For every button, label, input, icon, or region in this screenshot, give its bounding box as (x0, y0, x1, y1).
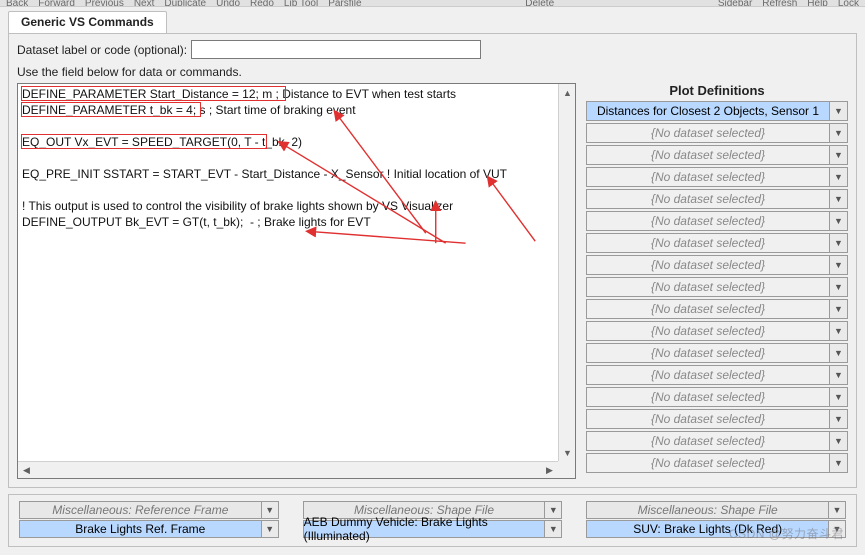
plot-row: {No dataset selected}▼ (586, 387, 848, 407)
plot-item-empty[interactable]: {No dataset selected} (586, 145, 830, 165)
chevron-down-icon[interactable]: ▼ (830, 453, 848, 473)
menu-item[interactable]: Help (807, 0, 828, 7)
plot-row: {No dataset selected}▼ (586, 431, 848, 451)
menu-item[interactable]: Lib Tool (284, 0, 318, 7)
slot-value[interactable]: AEB Dummy Vehicle: Brake Lights (Illumin… (303, 520, 546, 538)
chevron-down-icon[interactable]: ▼ (830, 343, 848, 363)
menu-item[interactable]: Undo (216, 0, 240, 7)
plot-item-empty[interactable]: {No dataset selected} (586, 409, 830, 429)
scroll-left-icon[interactable]: ◀ (18, 462, 35, 479)
chevron-down-icon[interactable]: ▼ (830, 189, 848, 209)
scrollbar-horizontal[interactable]: ◀ ▶ (18, 461, 558, 478)
chevron-down-icon[interactable]: ▼ (830, 365, 848, 385)
menu-item[interactable]: Previous (85, 0, 124, 7)
scroll-down-icon[interactable]: ▼ (559, 444, 576, 461)
plot-row: {No dataset selected}▼ (586, 211, 848, 231)
menu-item[interactable]: Duplicate (164, 0, 206, 7)
scrollbar-vertical[interactable]: ▲ ▼ (558, 84, 575, 461)
chevron-down-icon[interactable]: ▼ (830, 211, 848, 231)
plot-row: {No dataset selected}▼ (586, 255, 848, 275)
slot-header: Miscellaneous: Shape File (586, 501, 829, 519)
menu-item[interactable]: Refresh (762, 0, 797, 7)
plot-row: {No dataset selected}▼ (586, 409, 848, 429)
menu-item[interactable]: Forward (38, 0, 75, 7)
plot-row: Distances for Closest 2 Objects, Sensor … (586, 101, 848, 121)
plot-item-empty[interactable]: {No dataset selected} (586, 277, 830, 297)
slot-header: Miscellaneous: Reference Frame (19, 501, 262, 519)
plot-item-empty[interactable]: {No dataset selected} (586, 321, 830, 341)
chevron-down-icon[interactable]: ▼ (830, 321, 848, 341)
plot-item-active[interactable]: Distances for Closest 2 Objects, Sensor … (586, 101, 830, 121)
plot-item-empty[interactable]: {No dataset selected} (586, 167, 830, 187)
chevron-down-icon[interactable]: ▼ (545, 501, 562, 519)
plot-definitions-panel: Plot Definitions Distances for Closest 2… (586, 83, 848, 473)
chevron-down-icon[interactable]: ▼ (545, 520, 562, 538)
tab-bar: Generic VS Commands (0, 7, 865, 33)
plot-row: {No dataset selected}▼ (586, 167, 848, 187)
plot-item-empty[interactable]: {No dataset selected} (586, 343, 830, 363)
slot-reference-frame: Miscellaneous: Reference Frame ▼ Brake L… (19, 501, 279, 538)
plot-item-empty[interactable]: {No dataset selected} (586, 211, 830, 231)
chevron-down-icon[interactable]: ▼ (830, 145, 848, 165)
chevron-down-icon[interactable]: ▼ (830, 277, 848, 297)
chevron-down-icon[interactable]: ▼ (262, 520, 279, 538)
menu-item[interactable]: Redo (250, 0, 274, 7)
chevron-down-icon[interactable]: ▼ (829, 501, 846, 519)
chevron-down-icon[interactable]: ▼ (830, 299, 848, 319)
chevron-down-icon[interactable]: ▼ (829, 520, 846, 538)
plot-item-empty[interactable]: {No dataset selected} (586, 299, 830, 319)
plot-item-empty[interactable]: {No dataset selected} (586, 233, 830, 253)
main-panel: Dataset label or code (optional): Use th… (8, 33, 857, 488)
menu-item[interactable]: Sidebar (718, 0, 752, 7)
menu-item[interactable]: Parsfile (328, 0, 361, 7)
chevron-down-icon[interactable]: ▼ (830, 167, 848, 187)
chevron-down-icon[interactable]: ▼ (830, 431, 848, 451)
slot-shape-file-2: Miscellaneous: Shape File ▼ SUV: Brake L… (586, 501, 846, 538)
slot-value[interactable]: Brake Lights Ref. Frame (19, 520, 262, 538)
plot-item-empty[interactable]: {No dataset selected} (586, 431, 830, 451)
plot-item-empty[interactable]: {No dataset selected} (586, 387, 830, 407)
menubar: Back Forward Previous Next Duplicate Und… (0, 0, 865, 7)
plot-row: {No dataset selected}▼ (586, 299, 848, 319)
plot-row: {No dataset selected}▼ (586, 123, 848, 143)
menu-item[interactable]: Delete (525, 0, 554, 7)
scrollbar-corner (558, 461, 575, 478)
plot-item-empty[interactable]: {No dataset selected} (586, 123, 830, 143)
plot-row: {No dataset selected}▼ (586, 145, 848, 165)
editor-content[interactable]: DEFINE_PARAMETER Start_Distance = 12; m … (18, 84, 558, 461)
chevron-down-icon[interactable]: ▼ (830, 101, 848, 121)
menu-item[interactable]: Next (134, 0, 155, 7)
chevron-down-icon[interactable]: ▼ (830, 255, 848, 275)
plot-row: {No dataset selected}▼ (586, 233, 848, 253)
field-hint: Use the field below for data or commands… (17, 65, 848, 79)
plot-row: {No dataset selected}▼ (586, 365, 848, 385)
chevron-down-icon[interactable]: ▼ (830, 409, 848, 429)
linked-datasets-panel: Miscellaneous: Reference Frame ▼ Brake L… (8, 494, 857, 547)
plot-row: {No dataset selected}▼ (586, 321, 848, 341)
plot-item-empty[interactable]: {No dataset selected} (586, 453, 830, 473)
menu-item[interactable]: Back (6, 0, 28, 7)
plot-row: {No dataset selected}▼ (586, 343, 848, 363)
tab-generic-vs-commands[interactable]: Generic VS Commands (8, 11, 167, 33)
chevron-down-icon[interactable]: ▼ (830, 387, 848, 407)
dataset-label-text: Dataset label or code (optional): (17, 43, 187, 57)
slot-value[interactable]: SUV: Brake Lights (Dk Red) (586, 520, 829, 538)
plot-item-empty[interactable]: {No dataset selected} (586, 255, 830, 275)
menu-item[interactable]: Lock (838, 0, 859, 7)
chevron-down-icon[interactable]: ▼ (830, 233, 848, 253)
plot-definitions-title: Plot Definitions (586, 83, 848, 98)
dataset-code-input[interactable] (191, 40, 481, 59)
slot-shape-file-1: Miscellaneous: Shape File ▼ AEB Dummy Ve… (303, 501, 563, 538)
chevron-down-icon[interactable]: ▼ (830, 123, 848, 143)
scroll-right-icon[interactable]: ▶ (541, 462, 558, 479)
plot-row: {No dataset selected}▼ (586, 453, 848, 473)
command-editor[interactable]: DEFINE_PARAMETER Start_Distance = 12; m … (17, 83, 576, 479)
plot-row: {No dataset selected}▼ (586, 189, 848, 209)
chevron-down-icon[interactable]: ▼ (262, 501, 279, 519)
plot-item-empty[interactable]: {No dataset selected} (586, 189, 830, 209)
plot-row: {No dataset selected}▼ (586, 277, 848, 297)
scroll-up-icon[interactable]: ▲ (559, 84, 576, 101)
plot-item-empty[interactable]: {No dataset selected} (586, 365, 830, 385)
